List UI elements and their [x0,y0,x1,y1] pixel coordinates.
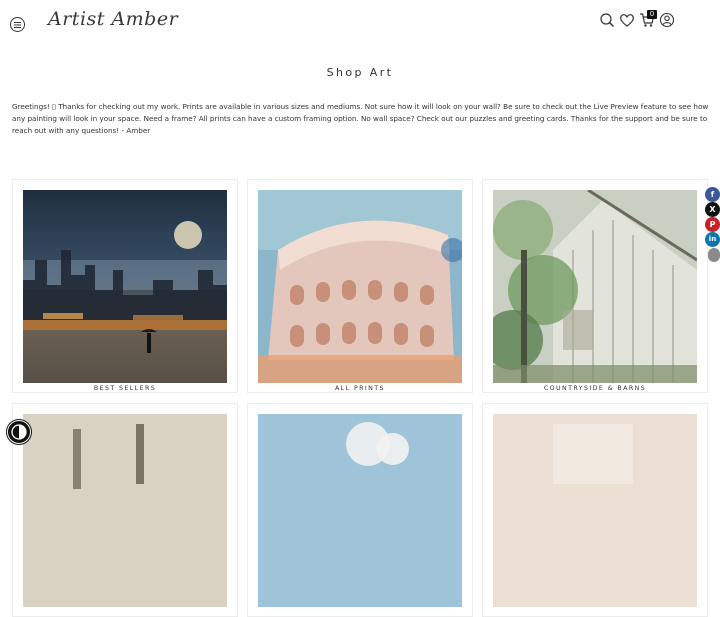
accessibility-icon[interactable] [7,420,31,444]
account-icon[interactable] [659,12,675,28]
cart-count-badge: 0 [647,10,657,19]
collection-card-best-sellers[interactable]: BEST SELLERS [12,179,238,393]
intro-text: Greetings! ▯ Thanks for checking out my … [12,102,709,136]
share-more-icon[interactable] [708,248,720,262]
collection-image [23,190,227,383]
collection-label: BEST SELLERS [13,385,237,392]
collection-card[interactable] [12,403,238,617]
heart-icon[interactable] [619,12,635,28]
site-logo[interactable]: Artist Amber [48,8,178,30]
collection-image [493,414,697,607]
collection-card-countryside-barns[interactable]: COUNTRYSIDE & BARNS [482,179,708,393]
facebook-share-icon[interactable]: f [705,187,720,202]
page-title: Shop Art [326,66,394,79]
menu-icon[interactable] [10,17,25,32]
collection-image [493,190,697,383]
collection-image [23,414,227,607]
collection-card-all-prints[interactable]: ALL PRINTS [247,179,473,393]
search-icon[interactable] [599,12,615,28]
pinterest-share-icon[interactable]: P [705,217,720,232]
collection-card[interactable] [482,403,708,617]
linkedin-share-icon[interactable]: in [705,232,720,247]
collection-label: COUNTRYSIDE & BARNS [483,385,707,392]
collection-label: ALL PRINTS [248,385,472,392]
site-header: Artist Amber 0 [0,0,720,44]
collection-image [258,190,462,383]
collection-image [258,414,462,607]
x-share-icon[interactable]: X [705,202,720,217]
collection-card[interactable] [247,403,473,617]
